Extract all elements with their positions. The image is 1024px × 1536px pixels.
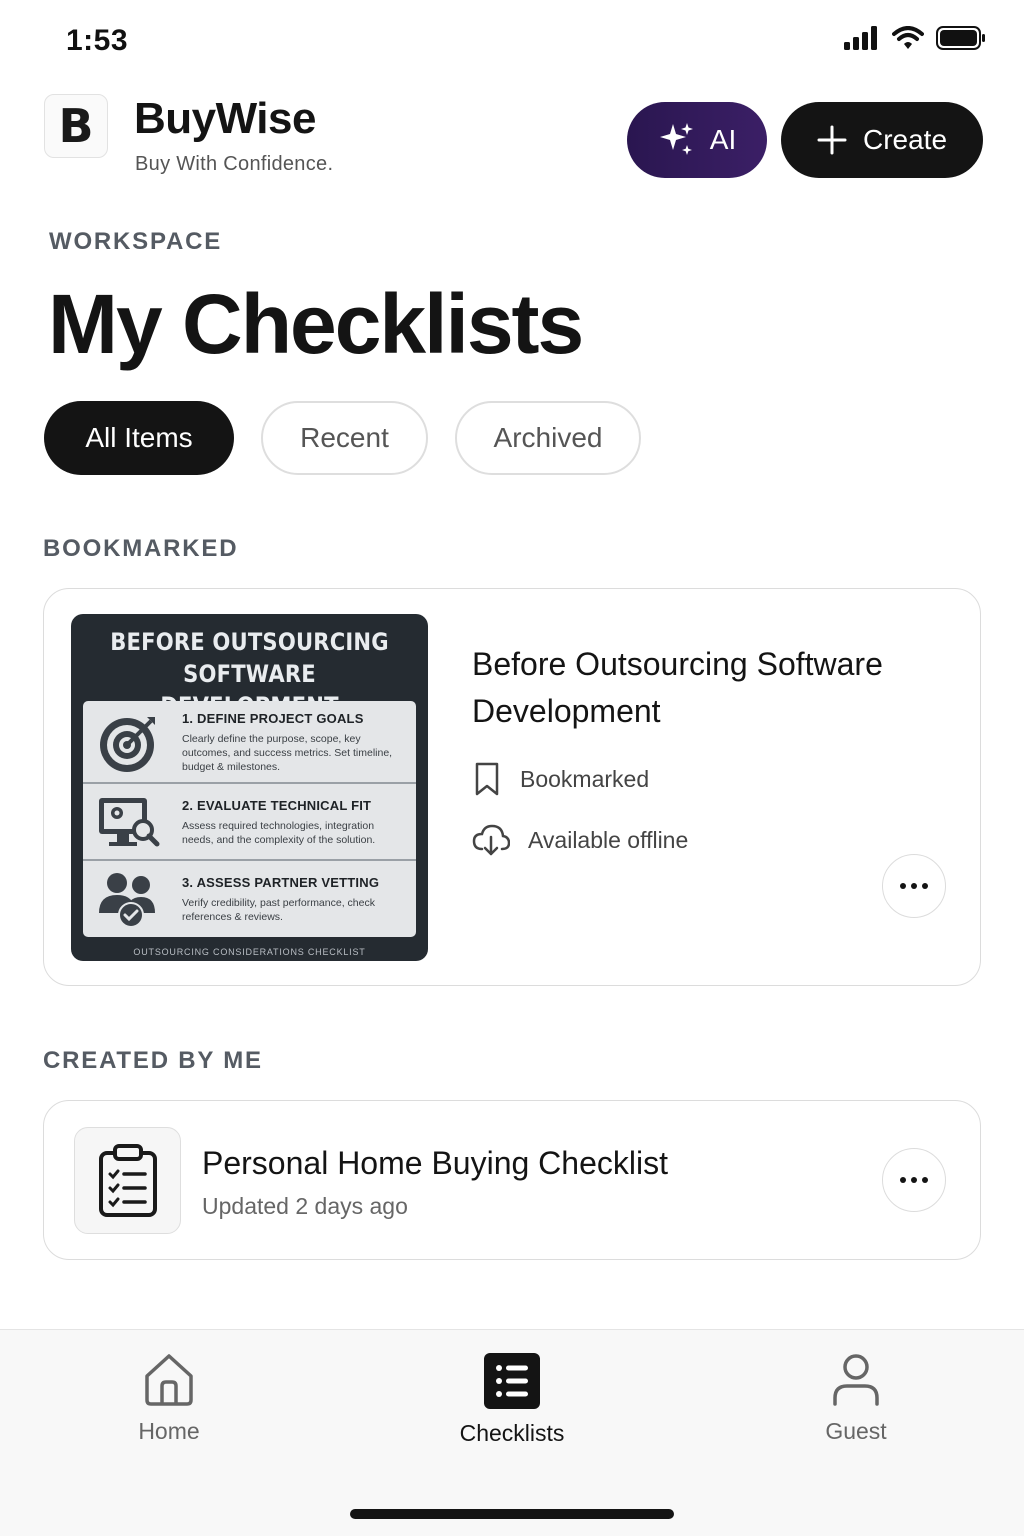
nav-item-checklists[interactable]: Checklists	[412, 1352, 612, 1447]
status-bar: 1:53	[0, 0, 1024, 80]
more-dot	[900, 883, 906, 889]
more-dot	[922, 1177, 928, 1183]
clipboard-checklist-icon	[98, 1143, 157, 1217]
status-icons	[844, 26, 986, 50]
page-title: My Checklists	[48, 277, 584, 371]
nav-item-guest[interactable]: Guest	[756, 1352, 956, 1445]
bottom-navigation: Home Checklists Guest	[0, 1329, 1024, 1536]
brand-tagline: Buy With Confidence.	[135, 153, 334, 175]
create-button[interactable]: Create	[781, 102, 983, 178]
monitor-search-icon	[99, 798, 160, 847]
checklist-item-icon-box	[74, 1127, 181, 1234]
bookmarked-card-title: Before Outsourcing Software Development	[472, 646, 883, 729]
people-check-icon	[99, 873, 155, 928]
sparkles-icon	[659, 123, 693, 155]
thumbnail-step-title: 1. DEFINE PROJECT GOALS	[182, 711, 364, 726]
thumbnail-step-text: Assess required technologies, integratio…	[182, 820, 376, 846]
checklist-item-more-button[interactable]	[882, 1148, 946, 1212]
thumbnail-step: 3. ASSESS PARTNER VETTING Verify credibi…	[83, 861, 416, 937]
nav-label-home: Home	[138, 1418, 200, 1444]
list-item[interactable]: Personal Home Buying Checklist Updated 2…	[43, 1100, 981, 1260]
brand-name: BuyWise	[134, 94, 316, 143]
target-icon	[100, 717, 155, 772]
tab-recent[interactable]: Recent	[261, 401, 428, 475]
brand-logo: B	[44, 94, 108, 158]
checklist-item-updated: Updated 2 days ago	[202, 1193, 408, 1219]
bookmarked-status-label: Bookmarked	[520, 765, 650, 792]
checklist-icon	[484, 1353, 540, 1409]
offline-status-label: Available offline	[528, 826, 689, 853]
thumbnail-step-text: Clearly define the purpose, scope, key o…	[182, 733, 393, 773]
tab-all-items[interactable]: All Items	[44, 401, 234, 475]
checklist-thumbnail: BEFORE OUTSOURCING SOFTWARE DEVELOPMENT …	[71, 614, 428, 961]
more-dot	[911, 883, 917, 889]
home-indicator	[350, 1509, 674, 1519]
ai-button-label: AI	[709, 124, 737, 155]
thumbnail-step-title: 2. EVALUATE TECHNICAL FIT	[182, 798, 372, 813]
battery-icon	[936, 26, 985, 50]
thumbnail-footer: OUTSOURCING CONSIDERATIONS CHECKLIST	[133, 947, 366, 957]
bookmarked-status: Bookmarked	[472, 761, 649, 797]
cloud-download-icon	[472, 824, 510, 856]
nav-label-checklists: Checklists	[459, 1420, 565, 1446]
tab-archived[interactable]: Archived	[455, 401, 641, 475]
bookmarked-section-label: BOOKMARKED	[43, 535, 239, 562]
thumbnail-step-title: 3. ASSESS PARTNER VETTING	[182, 875, 380, 890]
nav-label-guest: Guest	[825, 1418, 887, 1444]
thumbnail-steps-panel: 1. DEFINE PROJECT GOALS Clearly define t…	[83, 701, 416, 937]
user-icon	[833, 1354, 879, 1406]
brand-logo-letter: B	[58, 99, 94, 153]
status-time: 1:53	[66, 24, 129, 57]
ai-button[interactable]: AI	[627, 102, 767, 178]
signal-icon	[844, 26, 877, 50]
wifi-icon	[892, 26, 924, 49]
offline-status: Available offline	[472, 823, 688, 857]
checklist-item-title: Personal Home Buying Checklist	[202, 1145, 668, 1181]
workspace-label: WORKSPACE	[49, 228, 223, 255]
nav-item-home[interactable]: Home	[69, 1352, 269, 1445]
thumbnail-step-text: Verify credibility, past performance, ch…	[182, 897, 375, 923]
bookmarked-checklist-card[interactable]: BEFORE OUTSOURCING SOFTWARE DEVELOPMENT …	[43, 588, 981, 986]
bookmarked-card-more-button[interactable]	[882, 854, 946, 918]
created-by-me-section-label: CREATED BY ME	[43, 1047, 263, 1074]
thumbnail-step: 2. EVALUATE TECHNICAL FIT Assess require…	[83, 784, 416, 861]
more-dot	[900, 1177, 906, 1183]
plus-icon	[817, 125, 847, 155]
thumbnail-step: 1. DEFINE PROJECT GOALS Clearly define t…	[83, 701, 416, 784]
thumbnail-title-line1: BEFORE OUTSOURCING	[110, 628, 389, 656]
more-dot	[911, 1177, 917, 1183]
more-dot	[922, 883, 928, 889]
create-button-label: Create	[862, 124, 948, 155]
home-icon	[145, 1354, 193, 1406]
bookmark-icon	[475, 762, 499, 796]
